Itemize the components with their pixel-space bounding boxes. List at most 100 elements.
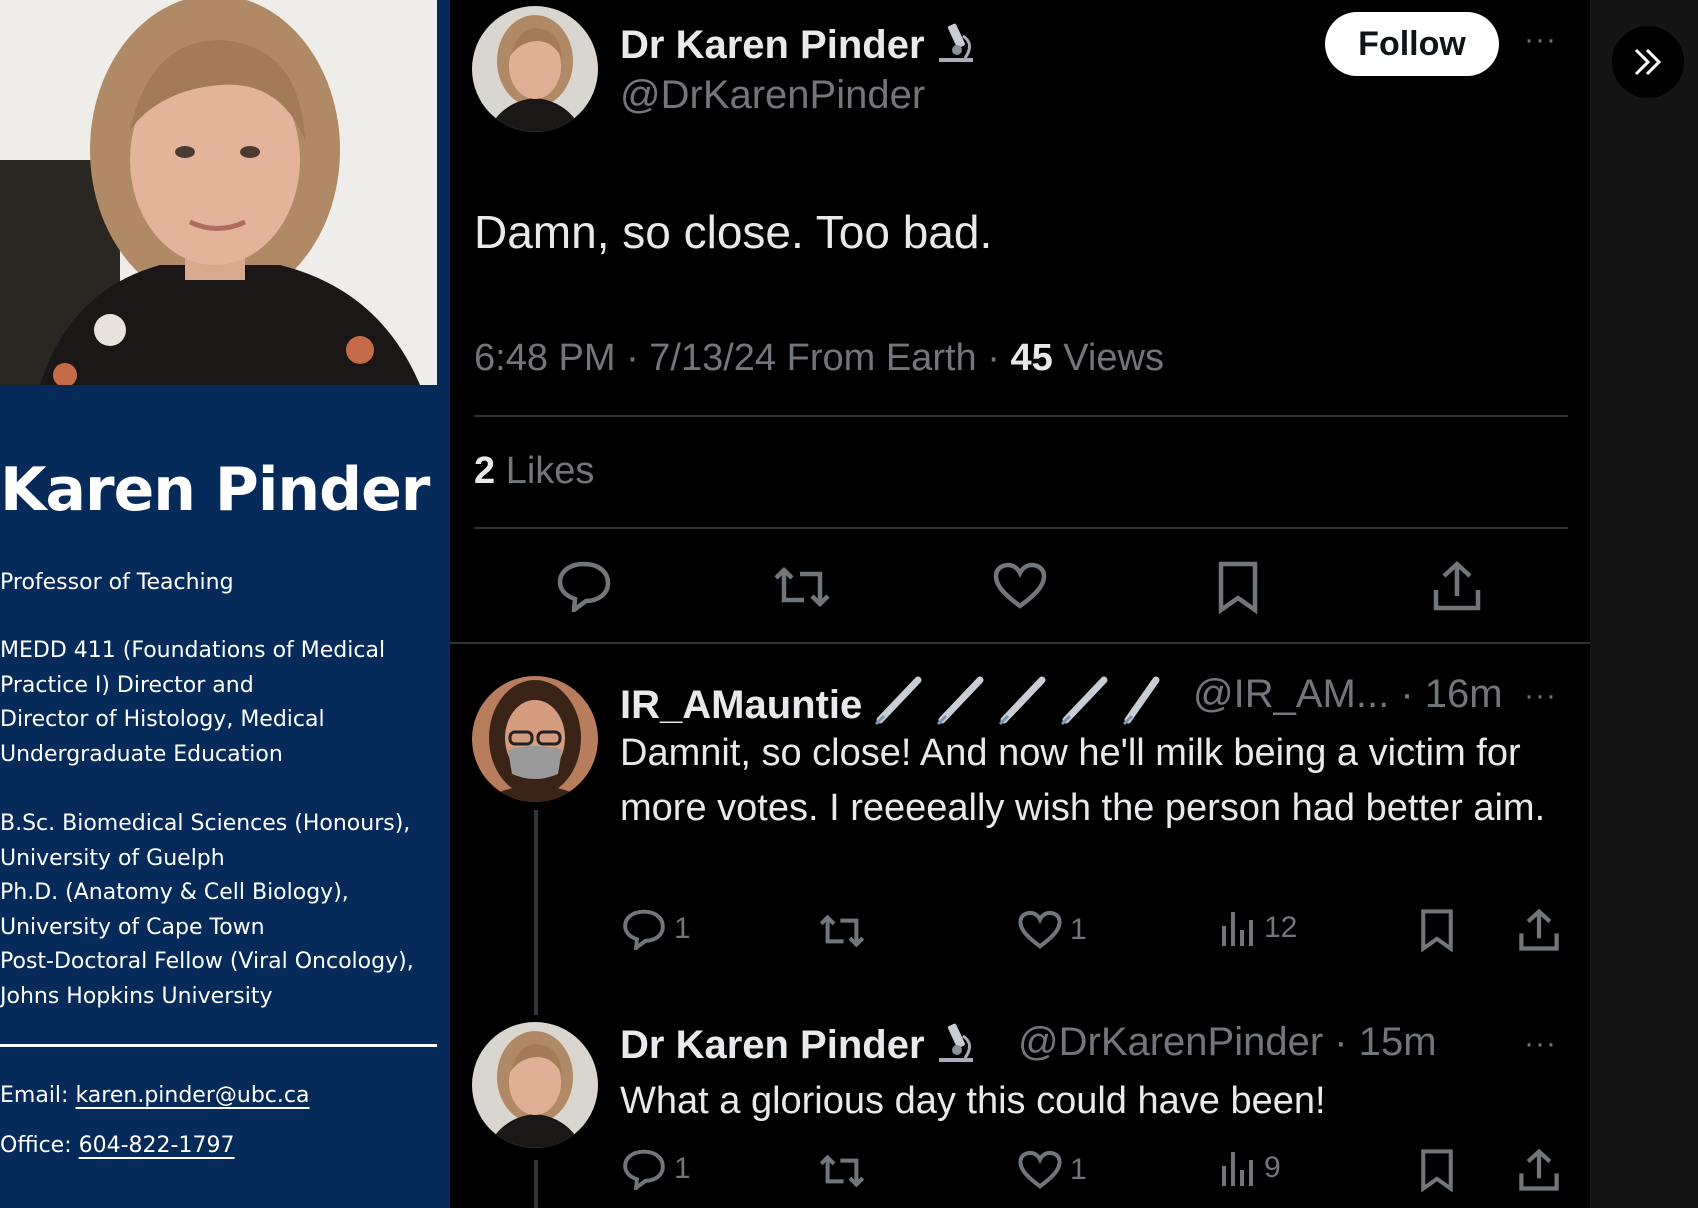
reply-author-name-text: IR_AMauntie xyxy=(620,683,863,727)
reply-icon xyxy=(556,560,612,612)
email-row: Email: karen.pinder@ubc.ca xyxy=(0,1083,309,1108)
education-line: B.Sc. Biomedical Sciences (Honours), xyxy=(0,811,411,836)
reply-more-options[interactable]: ··· xyxy=(1524,681,1557,711)
author-avatar[interactable] xyxy=(472,6,598,132)
reply-author-avatar[interactable] xyxy=(472,676,598,802)
like-button[interactable]: 1 xyxy=(1018,910,1087,950)
views-label: Views xyxy=(1052,337,1164,379)
double-chevron-right-icon xyxy=(1631,45,1665,79)
role-line: Practice I) Director and xyxy=(0,672,254,698)
role-line: MEDD 411 (Foundations of Medical xyxy=(0,638,386,663)
office-phone-link[interactable]: 604-822-1797 xyxy=(79,1133,235,1158)
like-button[interactable]: 1 xyxy=(1018,1150,1087,1190)
office-label: Office: xyxy=(0,1133,79,1158)
share-icon xyxy=(1518,908,1560,952)
like-count: 1 xyxy=(1070,1153,1087,1186)
email-link[interactable]: karen.pinder@ubc.ca xyxy=(75,1083,309,1108)
education-line: University of Cape Town xyxy=(0,914,265,940)
office-row: Office: 604-822-1797 xyxy=(0,1133,234,1158)
education-line: University of Guelph xyxy=(0,845,225,871)
views-button[interactable]: 12 xyxy=(1220,908,1297,948)
views-icon xyxy=(1220,908,1256,948)
profile-divider xyxy=(0,1044,437,1047)
thread-separator xyxy=(450,642,1590,644)
author-name-text: Dr Karen Pinder xyxy=(620,23,925,67)
side-strip xyxy=(1590,0,1698,1208)
thread-connector xyxy=(534,1160,538,1208)
retweet-button[interactable] xyxy=(818,912,866,950)
reply-author-avatar[interactable] xyxy=(472,1022,598,1148)
profile-photo xyxy=(0,0,437,385)
role-line: Undergraduate Education xyxy=(0,741,283,767)
retweet-icon xyxy=(818,912,866,950)
retweet-button[interactable] xyxy=(818,1152,866,1190)
expand-button[interactable] xyxy=(1612,26,1684,98)
profile-education: B.Sc. Biomedical Sciences (Honours), Uni… xyxy=(0,807,414,1014)
profile-roles: MEDD 411 (Foundations of Medical Practic… xyxy=(0,634,385,772)
views-count: 12 xyxy=(1264,911,1298,944)
reply-author-handle[interactable]: @DrKarenPinder · 15m xyxy=(1018,1020,1437,1065)
bookmark-button[interactable] xyxy=(1420,1148,1454,1192)
education-line: Johns Hopkins University xyxy=(0,983,273,1009)
divider xyxy=(474,527,1568,529)
follow-button[interactable]: Follow xyxy=(1325,12,1499,76)
views-count: 45 xyxy=(1010,337,1053,379)
reply-handle-text: @IR_AM... xyxy=(1193,672,1390,716)
profile-title: Professor of Teaching xyxy=(0,570,234,595)
faculty-profile-panel: Karen Pinder Professor of Teaching MEDD … xyxy=(0,0,450,1208)
microscope-icon xyxy=(935,1020,977,1074)
tweet-timestamp: 6:48 PM · 7/13/24 From Earth · xyxy=(474,337,1011,379)
reply-author-name-text: Dr Karen Pinder xyxy=(620,1023,925,1067)
reply-author-name[interactable]: Dr Karen Pinder xyxy=(620,1020,977,1074)
share-button[interactable] xyxy=(1432,560,1482,612)
likes-count: 2 xyxy=(474,450,496,492)
heart-icon xyxy=(993,562,1047,610)
like-count: 1 xyxy=(1070,913,1087,946)
bookmark-icon xyxy=(1420,1148,1454,1192)
share-button[interactable] xyxy=(1518,1148,1560,1192)
bookmark-icon xyxy=(1420,908,1454,952)
tweet-meta: 6:48 PM · 7/13/24 From Earth · 45 Views xyxy=(474,337,1164,380)
heart-icon xyxy=(1018,910,1062,950)
reply-text: Damnit, so close! And now he'll milk bei… xyxy=(620,732,1546,829)
reply-time: · 16m xyxy=(1389,672,1503,716)
reply-handle-text: @DrKarenPinder xyxy=(1018,1020,1324,1064)
reply-author-handle[interactable]: @IR_AM... · 16m xyxy=(1193,672,1503,717)
views-count: 9 xyxy=(1264,1151,1281,1184)
author-name[interactable]: Dr Karen Pinder xyxy=(620,20,977,74)
reply-count: 1 xyxy=(674,912,691,945)
retweet-button[interactable] xyxy=(772,564,832,610)
like-button[interactable] xyxy=(993,562,1047,610)
reply-icon xyxy=(622,908,666,950)
reply-time: · 15m xyxy=(1323,1020,1437,1064)
reply-text: What a glorious day this could have been… xyxy=(620,1080,1326,1122)
likes-summary[interactable]: 2 Likes xyxy=(474,450,594,493)
divider xyxy=(474,415,1568,417)
education-line: Ph.D. (Anatomy & Cell Biology), xyxy=(0,880,349,905)
thread-connector xyxy=(534,810,538,1015)
retweet-icon xyxy=(818,1152,866,1190)
views-icon xyxy=(1220,1148,1256,1188)
views-button[interactable]: 9 xyxy=(1220,1148,1281,1188)
reply-icon xyxy=(622,1148,666,1190)
heart-icon xyxy=(1018,1150,1062,1190)
more-options-button[interactable]: ··· xyxy=(1524,25,1557,55)
author-handle[interactable]: @DrKarenPinder xyxy=(620,73,925,118)
reply-button[interactable]: 1 xyxy=(622,908,691,950)
tweet-text: Damn, so close. Too bad. xyxy=(474,206,993,258)
role-line: Director of Histology, Medical xyxy=(0,707,325,732)
reply-count: 1 xyxy=(674,1152,691,1185)
reply-button[interactable]: 1 xyxy=(622,1148,691,1190)
bookmark-button[interactable] xyxy=(1420,908,1454,952)
reply-button[interactable] xyxy=(556,560,612,612)
email-label: Email: xyxy=(0,1083,76,1108)
bookmark-button[interactable] xyxy=(1217,560,1259,614)
likes-label: Likes xyxy=(495,450,595,492)
reply-more-options[interactable]: ··· xyxy=(1524,1029,1557,1059)
education-line: Post-Doctoral Fellow (Viral Oncology), xyxy=(0,949,414,974)
bookmark-icon xyxy=(1217,560,1259,614)
share-button[interactable] xyxy=(1518,908,1560,952)
microscope-icon xyxy=(935,20,977,74)
share-icon xyxy=(1432,560,1482,612)
share-icon xyxy=(1518,1148,1560,1192)
